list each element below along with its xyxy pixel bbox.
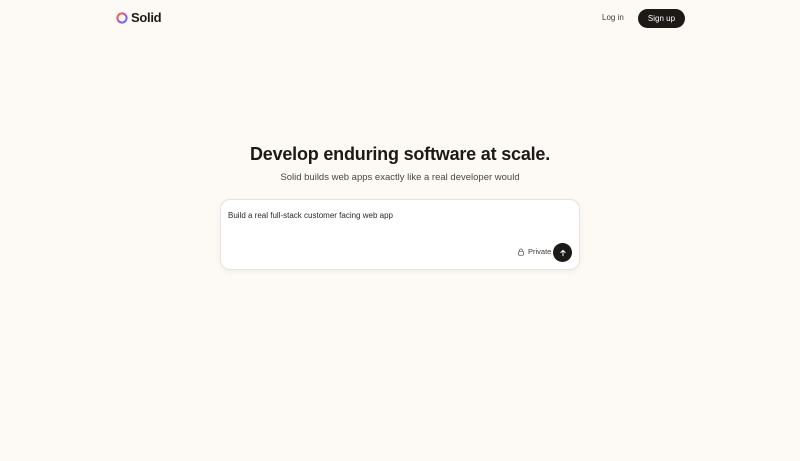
send-button[interactable] [553, 243, 572, 262]
logo-text: Solid [131, 10, 162, 25]
logo-ring-icon [116, 11, 128, 24]
privacy-toggle[interactable]: Private [517, 247, 551, 256]
hero-subtitle: Solid builds web apps exactly like a rea… [280, 172, 520, 183]
logo[interactable]: Solid [116, 10, 162, 25]
login-link[interactable]: Log in [598, 13, 628, 22]
privacy-label: Private [528, 247, 552, 256]
prompt-input[interactable] [228, 207, 568, 223]
signup-button[interactable]: Sign up [638, 9, 685, 28]
arrow-up-icon [559, 249, 566, 256]
prompt-box: Private [220, 199, 580, 270]
lock-icon [518, 248, 524, 256]
top-nav: Solid Log in Sign up [0, 0, 800, 36]
hero-title: Develop enduring software at scale. [249, 144, 551, 164]
